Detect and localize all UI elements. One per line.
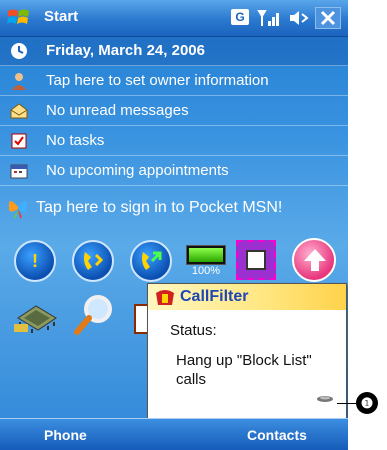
app-shortcut-button[interactable]	[236, 240, 276, 280]
title-bar: Start G	[0, 0, 348, 37]
callfilter-notification[interactable]: CallFilter Status: Hang up "Block List" …	[147, 283, 347, 419]
notification-message: Hang up "Block List" calls	[176, 352, 312, 388]
today-date: Friday, March 24, 2006	[46, 42, 205, 59]
scroll-up-button[interactable]	[292, 238, 336, 282]
messages-row[interactable]: No unread messages	[0, 97, 348, 126]
start-menu-label[interactable]: Start	[44, 8, 78, 25]
tasks-row[interactable]: No tasks	[0, 127, 348, 156]
volume-icon[interactable]	[287, 8, 311, 28]
notification-scroll-icon[interactable]	[316, 395, 334, 403]
close-icon[interactable]	[315, 7, 341, 29]
battery-percent: 100%	[191, 265, 221, 277]
notification-status-label: Status:	[170, 322, 217, 339]
phone-softkey[interactable]: Phone	[44, 427, 87, 443]
battery-icon	[186, 245, 226, 265]
softkey-bar: Phone Contacts	[0, 418, 348, 450]
search-icon[interactable]	[72, 292, 118, 338]
contacts-softkey[interactable]: Contacts	[247, 427, 307, 443]
messages-label: No unread messages	[46, 102, 189, 119]
incoming-call-button[interactable]	[72, 240, 114, 282]
chip-settings-icon[interactable]	[12, 296, 62, 336]
sync-icon[interactable]: G	[231, 9, 249, 25]
msn-butterfly-icon	[8, 201, 28, 219]
clock-icon	[11, 43, 27, 59]
battery-fill	[189, 248, 223, 262]
notification-title: CallFilter	[180, 288, 249, 305]
missed-call-button[interactable]: !	[14, 240, 56, 282]
appointments-row[interactable]: No upcoming appointments	[0, 157, 348, 186]
owner-icon	[12, 73, 26, 90]
outgoing-call-icon	[142, 251, 162, 270]
owner-info-label: Tap here to set owner information	[46, 72, 269, 89]
tasks-label: No tasks	[46, 132, 105, 149]
pocketpc-screen: Start G Friday, March 24, 2006 Tap here …	[0, 0, 348, 450]
notification-title-bar: CallFilter	[148, 284, 346, 310]
arrow-up-icon	[304, 249, 326, 271]
callout-marker: ❶	[356, 392, 378, 414]
callout-line	[337, 403, 357, 404]
battery-indicator[interactable]: 100%	[186, 241, 226, 279]
incoming-call-icon	[84, 252, 104, 270]
app-shortcut-icon	[246, 250, 266, 270]
msn-label: Tap here to sign in to Pocket MSN!	[36, 199, 283, 216]
today-date-row[interactable]: Friday, March 24, 2006	[0, 37, 348, 66]
callfilter-logo-icon	[156, 290, 174, 305]
appointments-label: No upcoming appointments	[46, 162, 229, 179]
owner-info-row[interactable]: Tap here to set owner information	[0, 67, 348, 96]
envelope-icon	[10, 103, 28, 119]
calendar-icon	[10, 164, 28, 179]
tasks-icon	[11, 133, 27, 149]
outgoing-call-button[interactable]	[130, 240, 172, 282]
signal-strength-icon[interactable]	[256, 8, 282, 28]
windows-flag-icon[interactable]	[6, 6, 32, 30]
msn-row[interactable]: Tap here to sign in to Pocket MSN!	[0, 190, 348, 226]
